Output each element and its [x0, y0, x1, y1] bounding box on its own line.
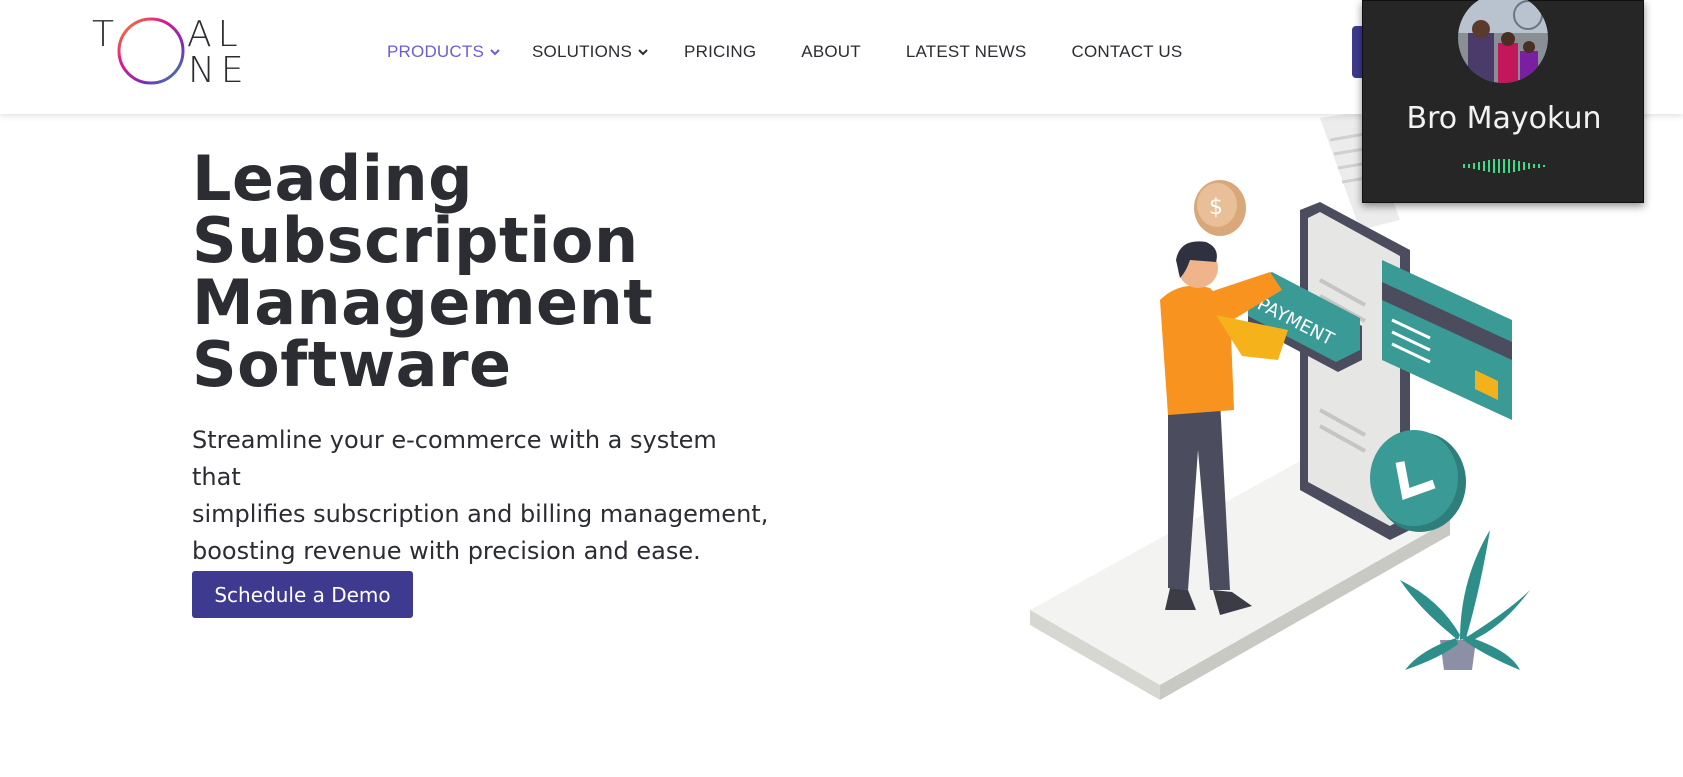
chevron-down-icon — [490, 49, 500, 56]
nav-item-products[interactable]: PRODUCTS — [387, 42, 500, 62]
schedule-demo-button[interactable]: Schedule a Demo — [192, 571, 413, 618]
hero-title: Leading Subscription Management Software — [192, 148, 812, 396]
call-participant-tile[interactable]: Bro Mayokun — [1362, 0, 1644, 203]
hero-subtitle-line: Streamline your e-commerce with a system… — [192, 426, 717, 491]
logo-letters-ne: NE — [188, 50, 250, 91]
nav-item-solutions[interactable]: SOLUTIONS — [532, 42, 648, 62]
hero-subtitle: Streamline your e-commerce with a system… — [192, 422, 772, 570]
logo[interactable]: T AL NE — [92, 14, 262, 91]
nav-item-label: CONTACT US — [1071, 42, 1183, 61]
logo-ring-icon — [117, 17, 185, 85]
nav-item-label: SOLUTIONS — [532, 42, 633, 61]
nav-item-pricing[interactable]: PRICING — [684, 42, 756, 62]
hero-title-line: Software — [192, 328, 512, 401]
main-nav: PRODUCTS SOLUTIONS PRICING ABOUT LATEST … — [387, 40, 1182, 64]
audio-level-icon — [1463, 159, 1545, 173]
hero-subtitle-line: simplifies subscription and billing mana… — [192, 500, 769, 528]
hero-title-line: Subscription — [192, 204, 639, 277]
chevron-down-icon — [638, 49, 648, 56]
nav-item-contact-us[interactable]: CONTACT US — [1071, 42, 1182, 62]
call-participant-name: Bro Mayokun — [1406, 101, 1602, 136]
nav-item-label: PRICING — [684, 42, 757, 61]
nav-item-label: PRODUCTS — [387, 42, 484, 61]
hero-subtitle-line: boosting revenue with precision and ease… — [192, 537, 701, 565]
hero-title-line: Management — [192, 266, 654, 339]
logo-letters-al: AL — [187, 14, 244, 55]
nav-item-label: ABOUT — [801, 42, 861, 61]
hero-title-line: Leading — [192, 142, 474, 215]
coin-symbol: $ — [1209, 195, 1223, 220]
nav-item-about[interactable]: ABOUT — [801, 42, 861, 62]
nav-item-latest-news[interactable]: LATEST NEWS — [906, 42, 1027, 62]
avatar — [1458, 0, 1548, 83]
nav-item-label: LATEST NEWS — [905, 42, 1027, 61]
